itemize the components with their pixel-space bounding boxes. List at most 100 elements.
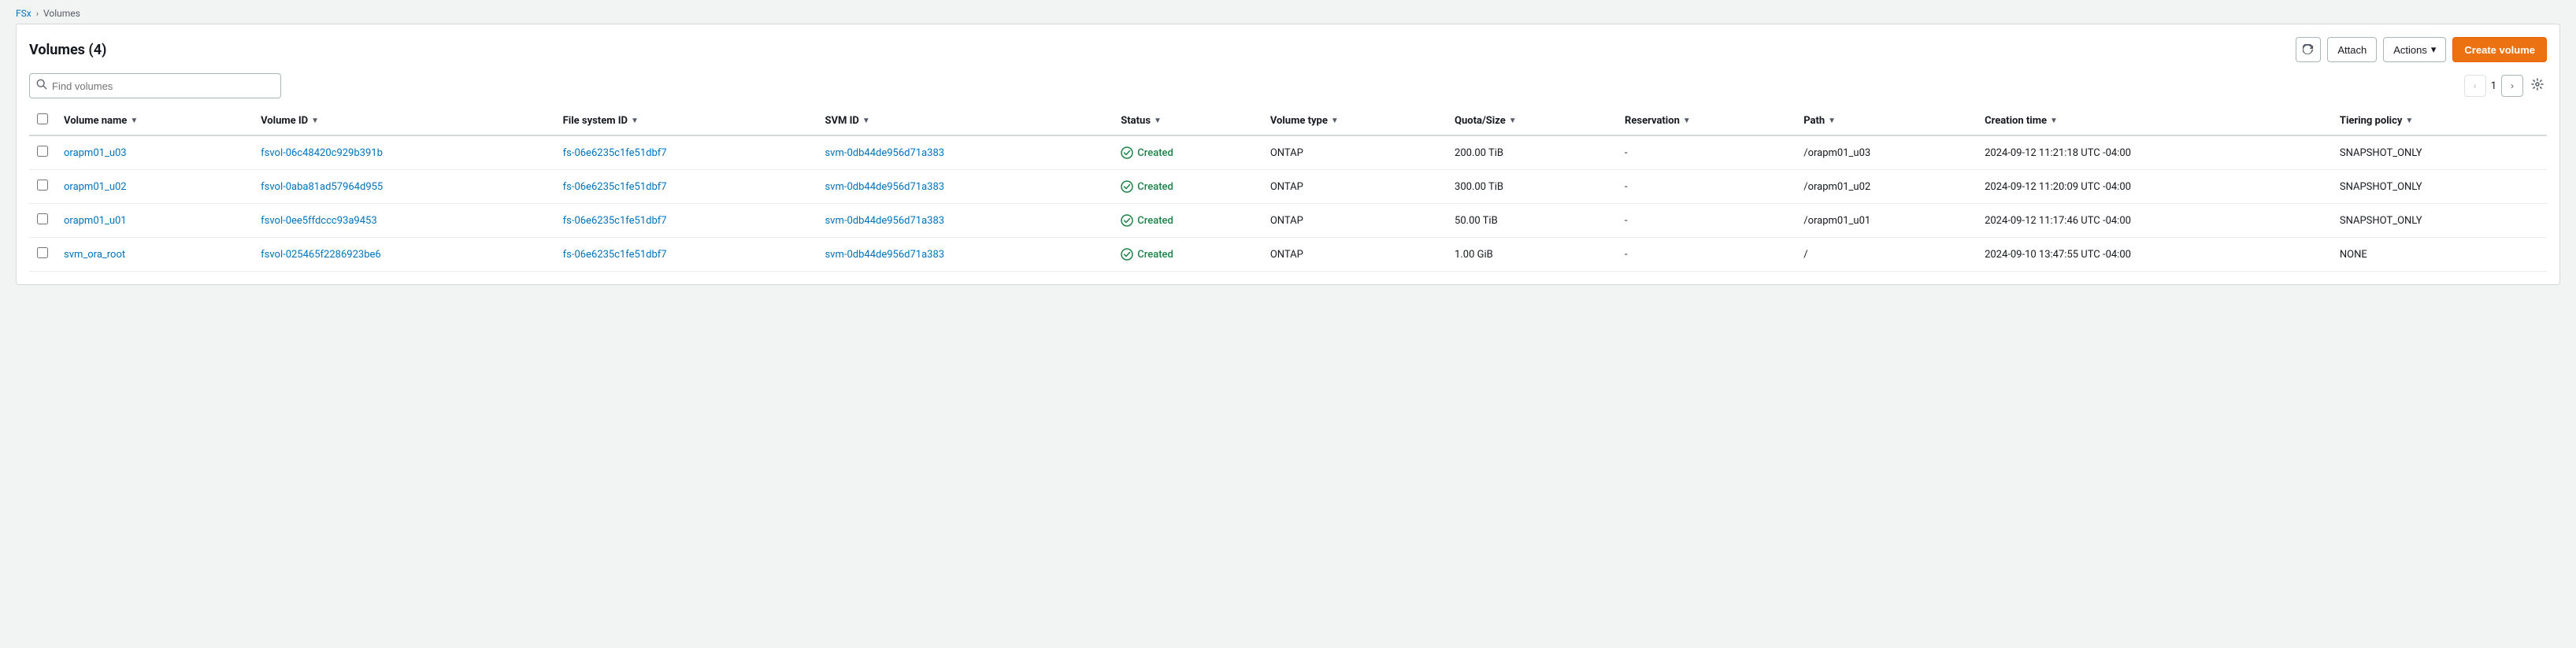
svm-id-link-1[interactable]: svm-0db44de956d71a383 [825, 181, 944, 193]
pagination-prev-button[interactable]: ‹ [2464, 75, 2486, 97]
fs-id-link-0[interactable]: fs-06e6235c1fe51dbf7 [563, 147, 667, 159]
refresh-button[interactable] [2296, 37, 2321, 62]
search-input[interactable] [52, 80, 274, 92]
actions-button[interactable]: Actions ▾ [2383, 37, 2446, 62]
header-actions: Attach Actions ▾ Create volume [2296, 37, 2547, 62]
attach-button[interactable]: Attach [2327, 37, 2377, 62]
fs-id-link-2[interactable]: fs-06e6235c1fe51dbf7 [563, 215, 667, 227]
th-file-system-id: File system ID ▼ [555, 106, 817, 135]
volume-id-link-3[interactable]: fsvol-025465f2286923be6 [261, 249, 381, 261]
breadcrumb-separator: › [36, 9, 39, 19]
creation-time-2: 2024-09-12 11:17:46 UTC -04:00 [1977, 204, 2332, 238]
svm-id-link-2[interactable]: svm-0db44de956d71a383 [825, 215, 944, 227]
table-header-row: Volume name ▼ Volume ID ▼ File system ID… [29, 106, 2547, 135]
volume-name-link-2[interactable]: orapm01_u01 [64, 215, 127, 227]
volume-type-0: ONTAP [1262, 135, 1447, 170]
volume-type-1: ONTAP [1262, 170, 1447, 204]
volumes-panel: Volumes (4) Attach Actions ▾ Create volu… [16, 24, 2560, 285]
th-volume-name: Volume name ▼ [56, 106, 253, 135]
tiering-policy-3: NONE [2332, 238, 2547, 272]
svm-id-link-0[interactable]: svm-0db44de956d71a383 [825, 147, 944, 159]
tiering-policy-2: SNAPSHOT_ONLY [2332, 204, 2547, 238]
sort-icon-reservation: ▼ [1683, 117, 1691, 125]
status-icon-0 [1121, 146, 1133, 159]
status-label-0: Created [1137, 147, 1173, 159]
sort-icon-quota-size: ▼ [1509, 117, 1517, 125]
pagination: ‹ 1 › [2464, 75, 2523, 97]
volume-type-2: ONTAP [1262, 204, 1447, 238]
svm-id-link-3[interactable]: svm-0db44de956d71a383 [825, 249, 944, 261]
refresh-icon [2303, 44, 2314, 55]
breadcrumb-parent-link[interactable]: FSx [16, 8, 32, 19]
creation-time-3: 2024-09-10 13:47:55 UTC -04:00 [1977, 238, 2332, 272]
sort-icon-svm-id: ▼ [862, 117, 870, 125]
quota-size-1: 300.00 TiB [1447, 170, 1617, 204]
creation-time-1: 2024-09-12 11:20:09 UTC -04:00 [1977, 170, 2332, 204]
reservation-3: - [1617, 238, 1796, 272]
pagination-next-button[interactable]: › [2501, 75, 2523, 97]
actions-chevron-icon: ▾ [2431, 43, 2437, 56]
sort-icon-fs-id: ▼ [631, 117, 639, 125]
reservation-0: - [1617, 135, 1796, 170]
table-body: orapm01_u03 fsvol-06c48420c929b391b fs-0… [29, 135, 2547, 272]
breadcrumb: FSx › Volumes [0, 0, 2576, 24]
settings-icon [2531, 78, 2544, 91]
volume-id-link-0[interactable]: fsvol-06c48420c929b391b [261, 147, 383, 159]
th-creation-time: Creation time ▼ [1977, 106, 2332, 135]
sort-icon-volume-type: ▼ [1331, 117, 1339, 125]
table-row: svm_ora_root fsvol-025465f2286923be6 fs-… [29, 238, 2547, 272]
sort-icon-path: ▼ [1828, 117, 1836, 125]
volume-id-link-2[interactable]: fsvol-0ee5ffdccc93a9453 [261, 215, 377, 227]
sort-icon-volume-id: ▼ [311, 117, 319, 125]
page-title-group: Volumes (4) [29, 42, 106, 58]
volume-name-link-1[interactable]: orapm01_u02 [64, 181, 127, 193]
select-all-checkbox[interactable] [37, 113, 48, 124]
status-cell-2: Created [1121, 214, 1255, 227]
status-icon-2 [1121, 214, 1133, 227]
sort-icon-creation-time: ▼ [2050, 117, 2058, 125]
path-0: /orapm01_u03 [1796, 135, 1977, 170]
status-label-1: Created [1137, 181, 1173, 193]
th-volume-id: Volume ID ▼ [253, 106, 555, 135]
quota-size-0: 200.00 TiB [1447, 135, 1617, 170]
toolbar: ‹ 1 › [29, 73, 2547, 98]
status-label-3: Created [1137, 249, 1173, 261]
page-header: Volumes (4) Attach Actions ▾ Create volu… [29, 37, 2547, 62]
th-reservation: Reservation ▼ [1617, 106, 1796, 135]
settings-button[interactable] [2528, 76, 2547, 96]
volume-name-link-3[interactable]: svm_ora_root [64, 249, 125, 261]
status-cell-1: Created [1121, 180, 1255, 193]
reservation-1: - [1617, 170, 1796, 204]
create-volume-button[interactable]: Create volume [2452, 37, 2547, 62]
th-status: Status ▼ [1113, 106, 1262, 135]
row-checkbox-2[interactable] [37, 213, 48, 224]
sort-icon-volume-name: ▼ [130, 117, 138, 125]
search-box[interactable] [29, 73, 281, 98]
fs-id-link-1[interactable]: fs-06e6235c1fe51dbf7 [563, 181, 667, 193]
row-checkbox-3[interactable] [37, 247, 48, 258]
path-1: /orapm01_u02 [1796, 170, 1977, 204]
volume-id-link-1[interactable]: fsvol-0aba81ad57964d955 [261, 181, 383, 193]
search-icon [36, 79, 47, 93]
volume-name-link-0[interactable]: orapm01_u03 [64, 147, 127, 159]
volume-type-3: ONTAP [1262, 238, 1447, 272]
th-svm-id: SVM ID ▼ [817, 106, 1113, 135]
th-path: Path ▼ [1796, 106, 1977, 135]
path-3: / [1796, 238, 1977, 272]
pagination-page: 1 [2491, 80, 2496, 92]
row-checkbox-1[interactable] [37, 180, 48, 191]
page-title: Volumes (4) [29, 42, 106, 58]
quota-size-2: 50.00 TiB [1447, 204, 1617, 238]
path-2: /orapm01_u01 [1796, 204, 1977, 238]
table-row: orapm01_u02 fsvol-0aba81ad57964d955 fs-0… [29, 170, 2547, 204]
th-quota-size: Quota/Size ▼ [1447, 106, 1617, 135]
status-cell-0: Created [1121, 146, 1255, 159]
sort-icon-tiering-policy: ▼ [2405, 117, 2413, 125]
fs-id-link-3[interactable]: fs-06e6235c1fe51dbf7 [563, 249, 667, 261]
status-cell-3: Created [1121, 248, 1255, 261]
th-tiering-policy: Tiering policy ▼ [2332, 106, 2547, 135]
row-checkbox-0[interactable] [37, 146, 48, 157]
volumes-table: Volume name ▼ Volume ID ▼ File system ID… [29, 106, 2547, 272]
table-row: orapm01_u03 fsvol-06c48420c929b391b fs-0… [29, 135, 2547, 170]
tiering-policy-0: SNAPSHOT_ONLY [2332, 135, 2547, 170]
